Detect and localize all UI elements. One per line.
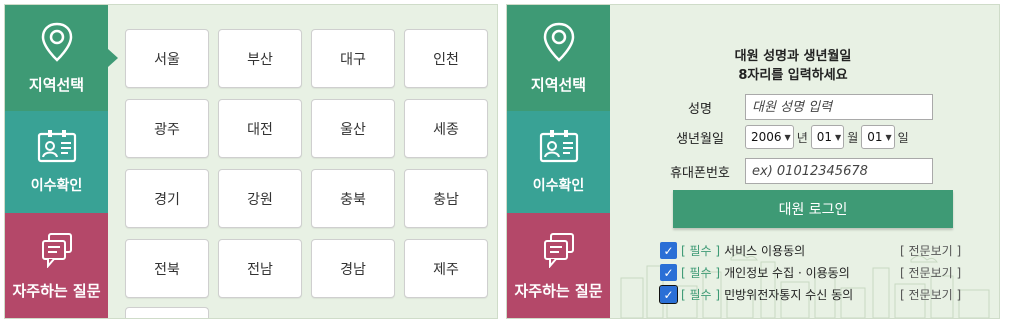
map-pin-icon (542, 22, 576, 66)
sidebar: 지역선택 이수확인 자주하는 질문 (507, 5, 610, 318)
birth-year-select[interactable]: 2006 ▼ (745, 125, 794, 149)
birth-month-value: 01 (816, 130, 833, 144)
birth-month-select[interactable]: 01 ▼ (810, 125, 845, 149)
sidebar-item-label: 자주하는 질문 (12, 282, 101, 300)
region-select-panel: 지역선택 이수확인 자주하는 질문 서울 부산 대구 인천 광주 대전 울산 세… (4, 4, 498, 319)
agreement-privacy: ✓ [ 필수 ] 개인정보 수집 · 이용동의 (660, 264, 850, 281)
year-unit: 년 (796, 130, 808, 145)
region-button-partial[interactable] (125, 307, 209, 318)
region-button[interactable]: 대구 (311, 29, 395, 88)
region-button[interactable]: 전남 (218, 239, 302, 298)
view-full-link[interactable]: [ 전문보기 ] (900, 242, 961, 259)
view-full-link[interactable]: [ 전문보기 ] (900, 286, 961, 303)
region-grid: 서울 부산 대구 인천 광주 대전 울산 세종 경기 강원 충북 충남 전북 전… (125, 29, 488, 298)
id-card-icon (37, 129, 77, 167)
login-panel: 지역선택 이수확인 자주하는 질문 대원 성명과 생년월일 8자리를 입력하세요… (506, 4, 1000, 319)
checkbox-checked[interactable]: ✓ (660, 242, 677, 259)
map-pin-icon (40, 22, 74, 66)
region-button[interactable]: 서울 (125, 29, 209, 88)
required-tag: [ 필수 ] (681, 266, 721, 280)
chevron-down-icon: ▼ (784, 132, 791, 142)
chevron-down-icon: ▼ (835, 132, 842, 142)
sidebar-item-label: 이수확인 (532, 178, 585, 194)
sidebar-item-faq[interactable]: 자주하는 질문 (5, 213, 108, 318)
name-label: 성명 (688, 101, 712, 117)
day-unit: 일 (897, 130, 909, 145)
chat-bubble-icon (542, 232, 576, 272)
agreement-service: ✓ [ 필수 ] 서비스 이용동의 (660, 242, 805, 259)
birth-day-select[interactable]: 01 ▼ (861, 125, 895, 149)
sidebar: 지역선택 이수확인 자주하는 질문 (5, 5, 118, 318)
login-title-line1: 대원 성명과 생년월일 (734, 49, 852, 64)
birth-year-value: 2006 (751, 130, 782, 144)
phone-row: 휴대폰번호 (655, 158, 933, 184)
login-button[interactable]: 대원 로그인 (673, 190, 953, 228)
agreement-text: 민방위전자통지 수신 동의 (724, 288, 854, 302)
login-title-line2: 8자리를 입력하세요 (738, 68, 848, 83)
region-button[interactable]: 전북 (125, 239, 209, 298)
birth-row: 생년월일 2006 ▼ 년 01 ▼ 월 01 ▼ 일 (655, 125, 912, 149)
region-button[interactable]: 광주 (125, 99, 209, 158)
checkbox-checked[interactable]: ✓ (659, 285, 678, 304)
agreement-notification: ✓ [ 필수 ] 민방위전자통지 수신 동의 (659, 285, 854, 304)
chat-bubble-icon (40, 232, 74, 272)
checkbox-checked[interactable]: ✓ (660, 264, 677, 281)
agreement-text: 개인정보 수집 · 이용동의 (724, 266, 850, 280)
sidebar-item-region-select[interactable]: 지역선택 (5, 5, 108, 111)
chevron-down-icon: ▼ (885, 132, 892, 142)
month-unit: 월 (847, 130, 859, 145)
sidebar-item-label: 이수확인 (30, 178, 83, 194)
birth-label: 생년월일 (676, 131, 724, 147)
view-full-link[interactable]: [ 전문보기 ] (900, 264, 961, 281)
required-tag: [ 필수 ] (681, 288, 721, 302)
sidebar-item-completion-check[interactable]: 이수확인 (5, 111, 108, 213)
screen: 지역선택 이수확인 자주하는 질문 서울 부산 대구 인천 광주 대전 울산 세… (0, 0, 1024, 319)
region-button[interactable]: 경기 (125, 169, 209, 228)
sidebar-item-region-select[interactable]: 지역선택 (507, 5, 610, 111)
sidebar-item-label: 지역선택 (530, 75, 587, 94)
region-button[interactable]: 세종 (404, 99, 488, 158)
sidebar-item-label: 지역선택 (28, 75, 85, 94)
active-indicator-arrow (108, 49, 118, 67)
region-button[interactable]: 충남 (404, 169, 488, 228)
name-row: 성명 (655, 94, 933, 120)
region-button[interactable]: 충북 (311, 169, 395, 228)
id-card-icon (539, 129, 579, 167)
agreement-text: 서비스 이용동의 (724, 244, 806, 258)
region-button[interactable]: 제주 (404, 239, 488, 298)
region-button[interactable]: 인천 (404, 29, 488, 88)
sidebar-item-completion-check[interactable]: 이수확인 (507, 111, 610, 213)
phone-label: 휴대폰번호 (670, 165, 730, 181)
required-tag: [ 필수 ] (681, 244, 721, 258)
sidebar-item-faq[interactable]: 자주하는 질문 (507, 213, 610, 318)
region-button[interactable]: 대전 (218, 99, 302, 158)
birth-day-value: 01 (867, 130, 883, 144)
login-instructions: 대원 성명과 생년월일 8자리를 입력하세요 (631, 47, 955, 85)
name-input[interactable] (745, 94, 933, 120)
region-button[interactable]: 부산 (218, 29, 302, 88)
region-button[interactable]: 강원 (218, 169, 302, 228)
region-button[interactable]: 울산 (311, 99, 395, 158)
sidebar-item-label: 자주하는 질문 (514, 282, 603, 300)
region-button[interactable]: 경남 (311, 239, 395, 298)
phone-input[interactable] (745, 158, 933, 184)
